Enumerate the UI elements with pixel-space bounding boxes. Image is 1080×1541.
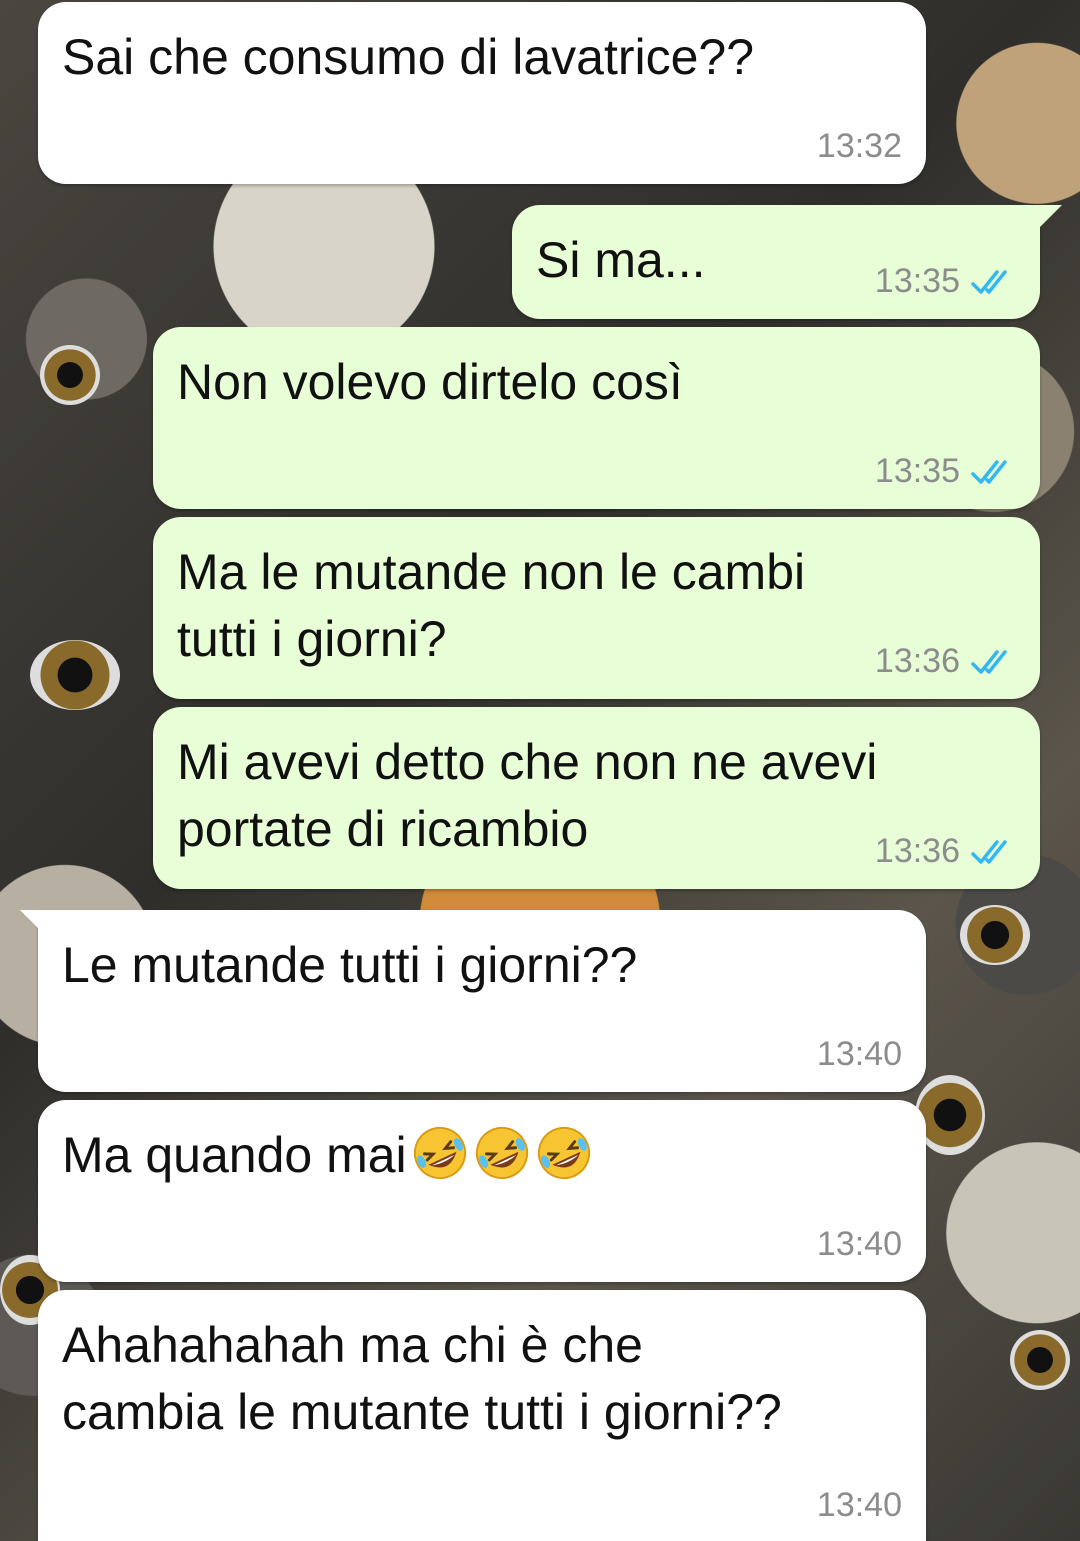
message-text: Sai che consumo di lavatrice?? — [62, 29, 755, 85]
message-text: Ma quando mai — [62, 1122, 902, 1189]
read-double-check-icon — [971, 269, 1007, 294]
message-text: Le mutande tutti i giorni?? — [62, 937, 638, 993]
message-meta: 13:32 — [817, 127, 902, 166]
message-meta: 13:40 — [817, 1225, 902, 1264]
read-double-check-icon — [971, 839, 1007, 864]
message-time: 13:40 — [816, 1035, 902, 1073]
message-text: Non volevo dirtelo così — [177, 354, 683, 410]
message-meta: 13:40 — [817, 1486, 902, 1525]
rolling-on-floor-laughing-emoji — [413, 1126, 466, 1180]
message-bubble-incoming[interactable]: Ahahahahah ma chi è che cambia le mutant… — [38, 1290, 926, 1541]
message-time: 13:35 — [874, 262, 960, 300]
wallpaper-cat-eye — [40, 345, 100, 405]
bubble-tail — [20, 910, 46, 936]
message-meta: 13:36 — [875, 832, 1016, 871]
rolling-on-floor-laughing-emoji — [475, 1126, 528, 1180]
message-bubble-outgoing[interactable]: Mi avevi detto che non ne avevi portate … — [153, 707, 1040, 889]
read-double-check-icon — [971, 649, 1007, 674]
message-time: 13:40 — [816, 1486, 902, 1524]
rolling-on-floor-laughing-emoji — [537, 1126, 590, 1180]
message-time: 13:36 — [874, 642, 960, 680]
read-double-check-icon — [971, 459, 1007, 484]
message-text: Ahahahahah ma chi è che cambia le mutant… — [62, 1317, 782, 1440]
wallpaper-cat-eye — [30, 640, 120, 710]
message-bubble-incoming[interactable]: Sai che consumo di lavatrice?? 13:32 — [38, 2, 926, 184]
message-meta: 13:35 — [875, 262, 1016, 301]
message-time: 13:36 — [874, 832, 960, 870]
message-bubble-incoming[interactable]: Ma quando mai 13:40 — [38, 1100, 926, 1282]
wallpaper-cat-eye — [1010, 1330, 1070, 1390]
message-meta: 13:35 — [875, 452, 1016, 491]
message-text-content: Ma quando mai — [62, 1127, 407, 1183]
message-bubble-outgoing[interactable]: Ma le mutande non le cambi tutti i giorn… — [153, 517, 1040, 699]
message-bubble-outgoing[interactable]: Non volevo dirtelo così 13:35 — [153, 327, 1040, 509]
message-time: 13:32 — [816, 127, 902, 165]
message-time: 13:35 — [874, 452, 960, 490]
message-bubble-outgoing[interactable]: Si ma... 13:35 — [512, 205, 1062, 319]
message-meta: 13:40 — [817, 1035, 902, 1074]
message-meta: 13:36 — [875, 642, 1016, 681]
bubble-tail — [1036, 205, 1062, 231]
message-time: 13:40 — [816, 1225, 902, 1263]
wallpaper-cat-eye — [960, 905, 1030, 965]
message-bubble-incoming[interactable]: Le mutande tutti i giorni?? 13:40 — [20, 910, 926, 1092]
